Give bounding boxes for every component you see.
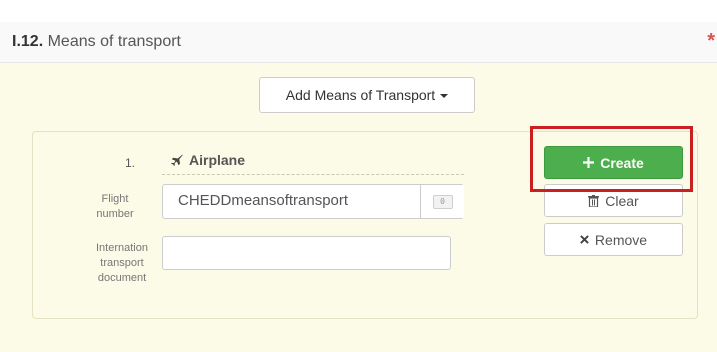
item-type-label: Airplane	[189, 152, 246, 168]
trash-icon	[588, 194, 600, 207]
itd-label-line2: transport	[100, 257, 144, 269]
itd-label-line1: Internation	[96, 242, 148, 254]
times-icon	[580, 235, 589, 244]
flight-number-label: Flight number	[75, 192, 155, 222]
item-number: 1.	[125, 156, 136, 170]
create-highlight-box	[530, 126, 693, 192]
add-button-label: Add Means of Transport	[285, 87, 436, 103]
airplane-icon	[171, 154, 183, 166]
item-divider	[162, 174, 464, 175]
caret-down-icon	[440, 94, 449, 98]
itd-label: Internation transport document	[82, 241, 162, 286]
section-title: I.12. Means of transport	[12, 33, 181, 51]
flight-label-line2: number	[96, 208, 134, 220]
flight-number-addon[interactable]: 0	[420, 185, 464, 218]
required-marker: *	[707, 30, 715, 52]
copy-icon: 0	[432, 194, 453, 209]
remove-button[interactable]: Remove	[544, 223, 683, 256]
itd-input[interactable]	[162, 236, 451, 270]
section-title-text: Means of transport	[47, 33, 181, 50]
section-number: I.12.	[12, 33, 44, 50]
clear-button-label: Clear	[605, 192, 639, 209]
remove-button-label: Remove	[594, 231, 648, 248]
item-heading: Airplane	[171, 152, 245, 168]
add-means-of-transport-button[interactable]: Add Means of Transport	[259, 77, 475, 113]
itd-label-line3: document	[97, 272, 147, 284]
flight-number-input[interactable]: CHEDDmeansoftransport	[162, 184, 464, 219]
section-header: I.12. Means of transport *	[0, 22, 717, 63]
flight-label-line1: Flight	[101, 193, 129, 205]
